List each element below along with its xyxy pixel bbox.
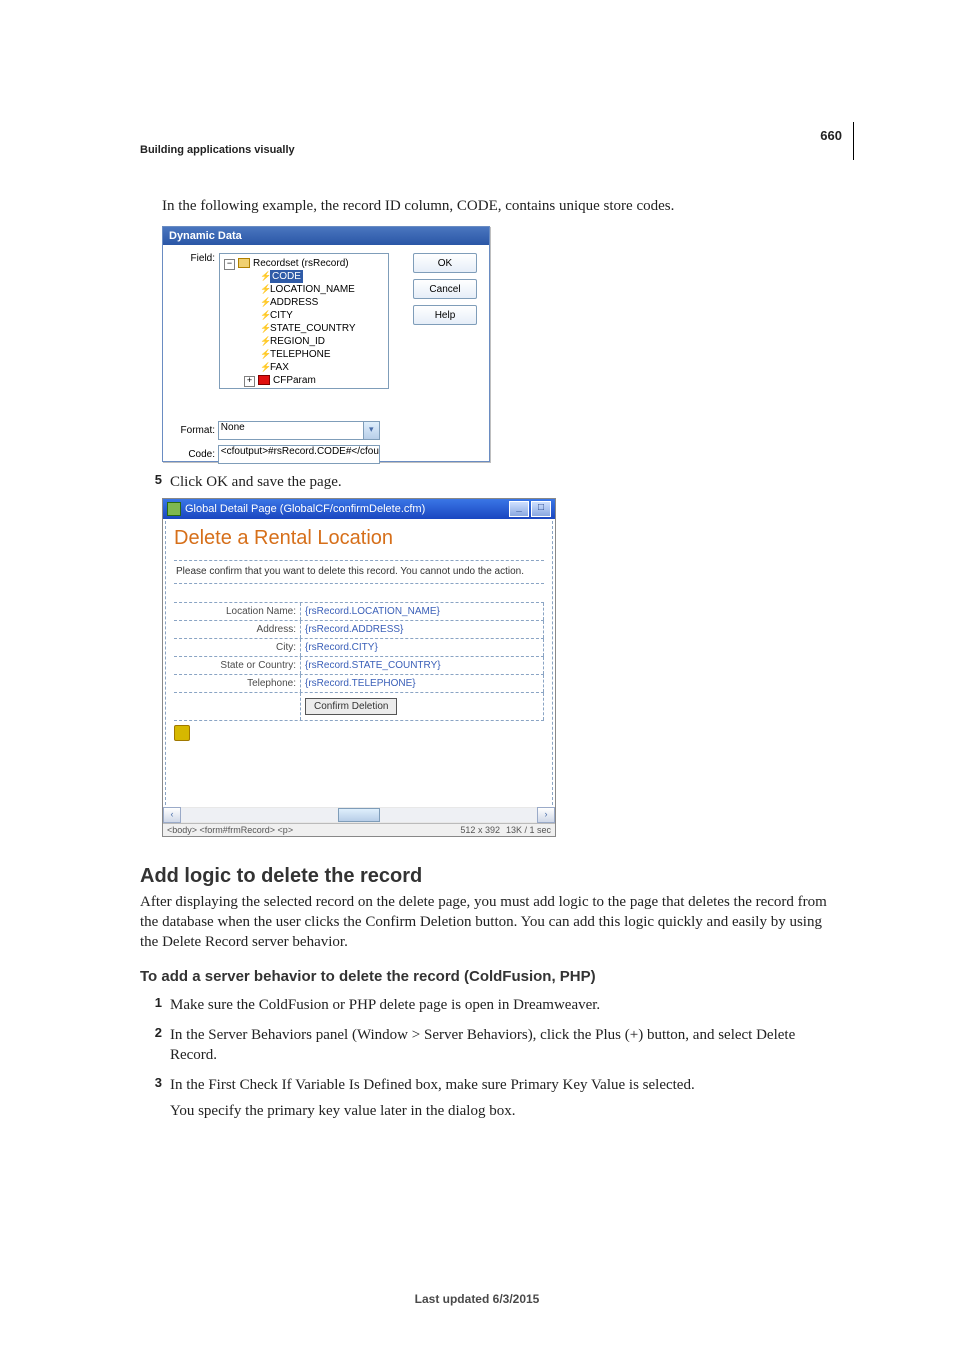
page-number: 660 (820, 128, 842, 143)
tree-item-state-country[interactable]: STATE_COUNTRY (270, 323, 356, 334)
sub-heading: To add a server behavior to delete the r… (140, 968, 844, 985)
tree-item-location-name[interactable]: LOCATION_NAME (270, 284, 355, 295)
tree-item-fax[interactable]: FAX (270, 362, 289, 373)
tree-collapse-icon[interactable]: − (224, 259, 235, 270)
status-meta: 13K / 1 sec (506, 825, 551, 835)
status-bar: <body> <form#frmRecord> <p> 512 x 392 13… (163, 823, 555, 836)
window-title: Global Detail Page (GlobalCF/confirmDele… (185, 503, 425, 515)
tree-sibling-cfparam[interactable]: CFParam (273, 375, 316, 386)
breadcrumb: Building applications visually (140, 144, 844, 156)
intro-line: In the following example, the record ID … (162, 196, 844, 216)
tree-item-address[interactable]: ADDRESS (270, 297, 318, 308)
row-value-state: {rsRecord.STATE_COUNTRY} (301, 657, 544, 674)
step-number-3: 3 (140, 1075, 170, 1095)
confirm-deletion-button[interactable]: Confirm Deletion (305, 698, 397, 715)
status-tag-path: <body> <form#frmRecord> <p> (167, 825, 293, 835)
row-value-telephone: {rsRecord.TELEPHONE} (301, 675, 544, 692)
app-icon (167, 502, 181, 516)
field-icon: ⚡ (260, 348, 269, 361)
scroll-right-icon[interactable]: › (537, 807, 555, 823)
code-input[interactable]: <cfoutput>#rsRecord.CODE#</cfoutput> (218, 445, 380, 464)
row-label-city: City: (174, 639, 301, 656)
step-text-1: Make sure the ColdFusion or PHP delete p… (170, 995, 600, 1015)
footer: Last updated 6/3/2015 (0, 1292, 954, 1306)
window-titlebar: Global Detail Page (GlobalCF/confirmDele… (163, 499, 555, 519)
row-value-address: {rsRecord.ADDRESS} (301, 621, 544, 638)
step-number-5: 5 (140, 472, 170, 492)
step-3-sub: You specify the primary key value later … (170, 1101, 844, 1121)
tree-expand-icon[interactable]: + (244, 376, 255, 387)
ok-button[interactable]: OK (413, 253, 477, 273)
field-icon: ⚡ (260, 296, 269, 309)
field-icon: ⚡ (260, 309, 269, 322)
step-number-2: 2 (140, 1025, 170, 1065)
scroll-thumb[interactable] (338, 808, 380, 822)
field-icon: ⚡ (260, 322, 269, 335)
tree-item-telephone[interactable]: TELEPHONE (270, 349, 331, 360)
form-grid: Location Name: {rsRecord.LOCATION_NAME} … (174, 602, 544, 721)
chevron-down-icon[interactable]: ▾ (363, 422, 379, 439)
field-icon: ⚡ (260, 335, 269, 348)
field-tree[interactable]: −Recordset (rsRecord) ⚡CODE ⚡LOCATION_NA… (219, 253, 389, 389)
row-label-state: State or Country: (174, 657, 301, 674)
dialog-title: Dynamic Data (163, 227, 489, 245)
doc-heading: Delete a Rental Location (174, 527, 544, 550)
doc-paragraph: Please confirm that you want to delete t… (174, 560, 544, 584)
tree-item-city[interactable]: CITY (270, 310, 293, 321)
format-label: Format: (171, 425, 215, 436)
field-icon: ⚡ (260, 361, 269, 374)
cancel-button[interactable]: Cancel (413, 279, 477, 299)
field-icon: ⚡ (260, 283, 269, 296)
tree-root-label: Recordset (rsRecord) (253, 258, 349, 269)
step-number-1: 1 (140, 995, 170, 1015)
format-value: None (221, 422, 245, 433)
row-label-empty (174, 693, 301, 720)
row-value-city: {rsRecord.CITY} (301, 639, 544, 656)
cfparam-icon (258, 375, 270, 385)
server-behavior-icon (174, 725, 190, 741)
maximize-button[interactable]: □ (531, 501, 551, 517)
section-heading: Add logic to delete the record (140, 865, 844, 888)
status-dimensions: 512 x 392 (460, 825, 500, 835)
step-text-2: In the Server Behaviors panel (Window > … (170, 1025, 844, 1065)
minimize-button[interactable]: _ (509, 501, 529, 517)
field-label: Field: (171, 253, 215, 264)
horizontal-scrollbar[interactable]: ‹ › (163, 807, 555, 823)
row-label-location: Location Name: (174, 603, 301, 620)
row-label-address: Address: (174, 621, 301, 638)
section-body: After displaying the selected record on … (140, 892, 844, 952)
scroll-left-icon[interactable]: ‹ (163, 807, 181, 823)
tree-item-code[interactable]: CODE (270, 270, 303, 283)
page-number-rule (853, 122, 854, 160)
tree-item-region-id[interactable]: REGION_ID (270, 336, 325, 347)
format-select[interactable]: None ▾ (218, 421, 380, 440)
dynamic-data-dialog: Dynamic Data Field: − Recordset (rsRecord… (162, 226, 490, 462)
row-label-telephone: Telephone: (174, 675, 301, 692)
step-text-5: Click OK and save the page. (170, 472, 342, 492)
help-button[interactable]: Help (413, 305, 477, 325)
field-icon: ⚡ (260, 270, 269, 283)
code-label: Code: (171, 449, 215, 460)
row-value-location: {rsRecord.LOCATION_NAME} (301, 603, 544, 620)
dreamweaver-window: Global Detail Page (GlobalCF/confirmDele… (162, 498, 556, 837)
step-text-3: In the First Check If Variable Is Define… (170, 1075, 695, 1095)
recordset-icon (238, 258, 250, 268)
